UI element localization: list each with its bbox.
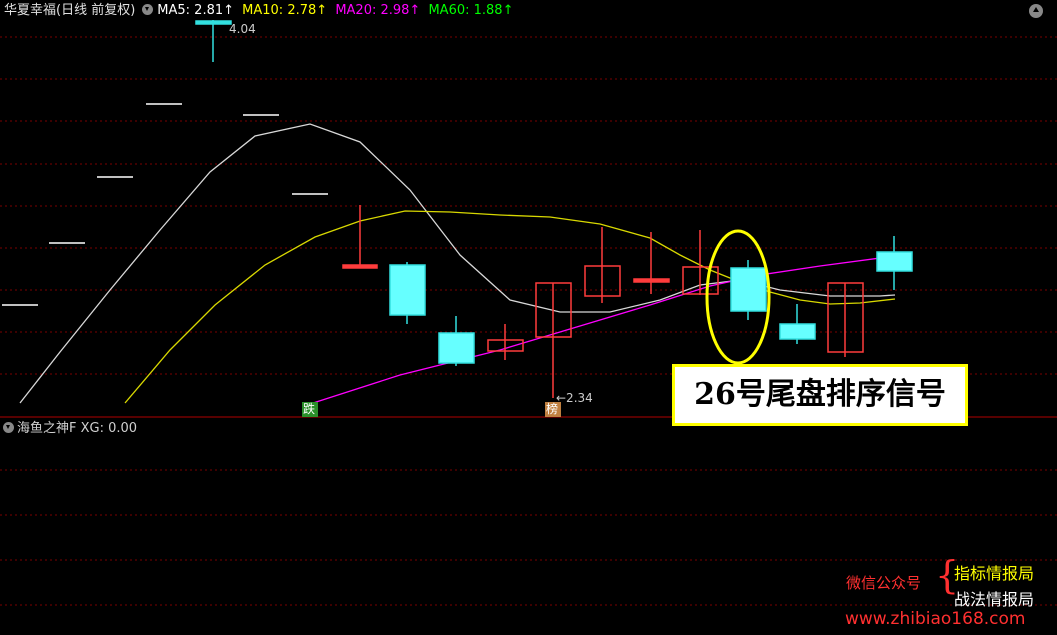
low-price-label: ←2.34: [556, 391, 593, 405]
collapse-icon[interactable]: [1029, 4, 1043, 18]
signal-annotation: 26号尾盘排序信号: [672, 364, 968, 426]
indicator-title: 海鱼之神F: [17, 421, 77, 436]
die-marker[interactable]: 跌: [303, 402, 315, 417]
grid: [0, 36, 1057, 606]
stock-title: 华夏幸福(日线 前复权): [4, 3, 136, 18]
watermark-label: 微信公众号: [846, 574, 922, 592]
flat-candles: [2, 103, 328, 306]
watermark-line1: 指标情报局: [954, 564, 1035, 583]
ma10-value: MA10: 2.78↑: [242, 3, 328, 18]
high-candle: [195, 20, 232, 62]
bang-marker[interactable]: 榜: [546, 402, 558, 417]
ma5-value: MA5: 2.81↑: [157, 3, 235, 18]
watermark-line2: 战法情报局: [954, 590, 1035, 609]
dropdown-icon[interactable]: [142, 4, 154, 15]
watermark-url: www.zhibiao168.com: [845, 609, 1026, 629]
indicator-dropdown-icon[interactable]: [3, 422, 14, 433]
indicator-header: 海鱼之神F XG: 0.00: [0, 419, 137, 439]
indicator-xg-value: XG: 0.00: [80, 421, 138, 436]
chart-header: 华夏幸福(日线 前复权) MA5: 2.81↑ MA10: 2.78↑ MA20:…: [0, 0, 517, 22]
ma20-value: MA20: 2.98↑: [335, 3, 421, 18]
kline-chart[interactable]: [0, 0, 1057, 635]
high-price-label: 4.04: [229, 22, 256, 36]
ma60-value: MA60: 1.88↑: [428, 3, 514, 18]
